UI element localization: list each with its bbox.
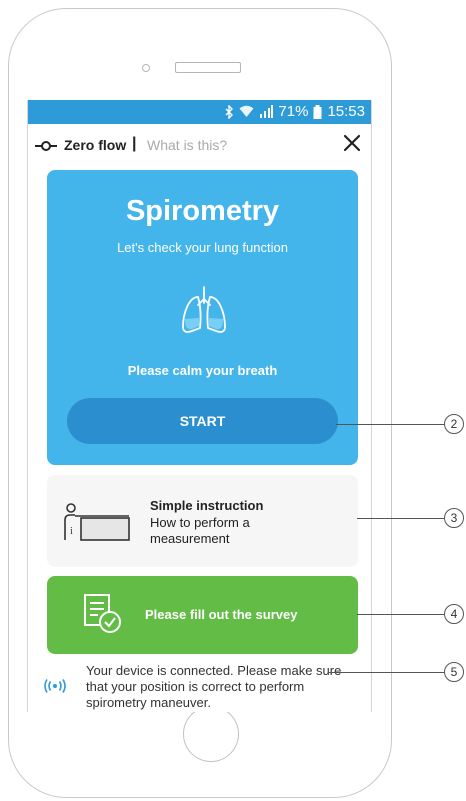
instruction-title: Simple instruction — [150, 498, 264, 513]
status-time: 15:53 — [327, 103, 365, 120]
page-title: Zero flow — [64, 137, 127, 153]
zero-flow-icon — [35, 141, 57, 151]
instruction-card[interactable]: i Simple instruction How to perform a me… — [47, 475, 358, 567]
spirometry-card: Spirometry Let's check your lung functio… — [47, 170, 358, 465]
start-button[interactable]: START — [67, 398, 338, 444]
callout-5: 5 — [444, 662, 464, 682]
spirometry-title: Spirometry — [125, 195, 280, 227]
battery-icon — [313, 104, 322, 119]
title-separator: | — [132, 135, 137, 152]
svg-text:i: i — [70, 526, 73, 537]
calm-breath-text: Please calm your breath — [127, 363, 278, 378]
help-link[interactable]: What is this? — [147, 137, 227, 153]
callout-line-5 — [329, 672, 444, 673]
camera-icon — [142, 64, 150, 72]
wifi-icon — [239, 105, 254, 117]
survey-label: Please fill out the survey — [145, 607, 298, 622]
callout-2: 2 — [444, 414, 464, 434]
spirometry-subtitle: Let's check your lung function — [117, 240, 288, 255]
status-bar: 71% 15:53 — [28, 100, 371, 124]
app-screen: 71% 15:53 Zero flow | What is this? Spir… — [27, 100, 372, 712]
callout-4: 4 — [444, 604, 464, 624]
connection-status-text: Your device is connected. Please make su… — [86, 663, 342, 710]
connected-signal-icon — [44, 679, 66, 693]
survey-check-icon — [84, 594, 121, 633]
callout-line-2 — [336, 424, 444, 425]
bluetooth-icon — [225, 104, 234, 119]
battery-percent: 71% — [278, 103, 309, 120]
speaker-grille — [175, 62, 241, 73]
callout-3: 3 — [444, 508, 464, 528]
callout-line-4 — [357, 614, 444, 615]
callout-line-3 — [357, 518, 444, 519]
lungs-icon — [182, 286, 226, 333]
presentation-icon: i — [64, 503, 130, 541]
home-button[interactable] — [183, 706, 239, 762]
survey-card[interactable]: Please fill out the survey — [47, 576, 358, 654]
instruction-text: How to perform a measurement — [150, 515, 250, 546]
app-header: Zero flow | What is this? — [28, 124, 371, 168]
signal-icon — [260, 105, 274, 118]
close-icon[interactable] — [342, 133, 362, 153]
